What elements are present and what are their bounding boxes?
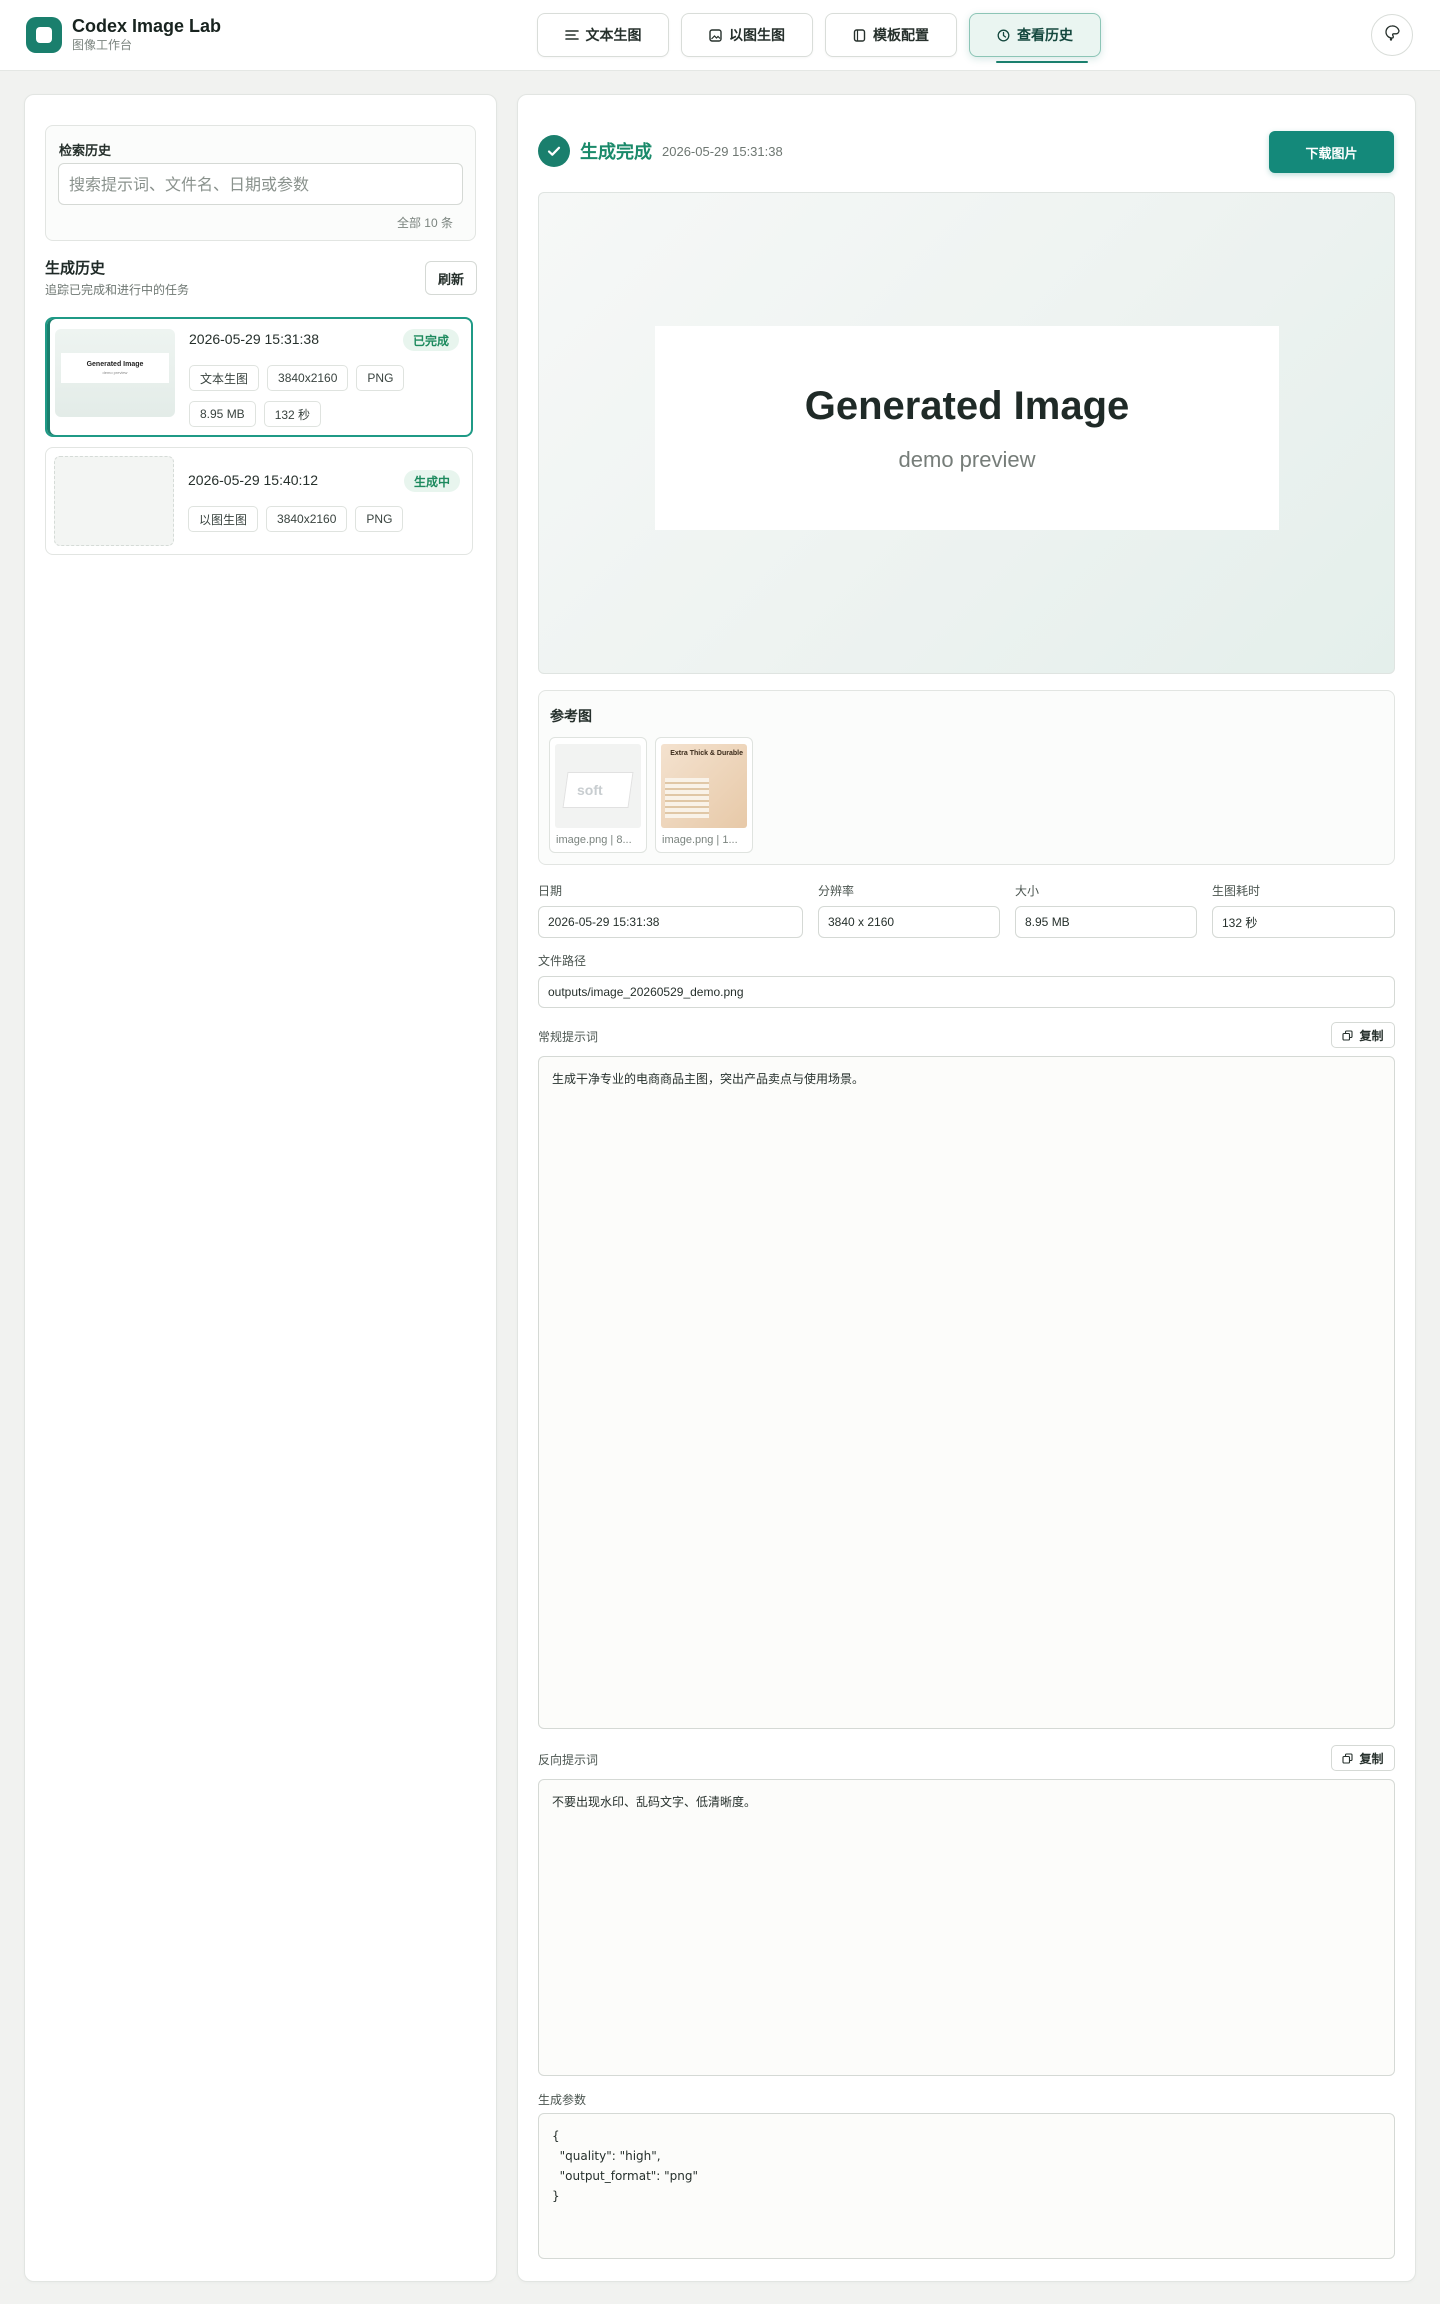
history-subtitle: 追踪已完成和进行中的任务 (45, 283, 190, 297)
image-icon (709, 28, 722, 42)
lines-icon (564, 29, 579, 41)
tab-templates[interactable]: 模板配置 (825, 13, 957, 57)
app-subtitle: 图像工作台 (72, 38, 133, 52)
search-section: 检索历史 全部 10 条 (45, 125, 476, 241)
file-path-field[interactable]: outputs/image_20260529_demo.png (538, 976, 1395, 1008)
history-date: 2026-05-29 15:40:12 (188, 472, 318, 488)
history-item[interactable]: 2026-05-29 15:40:12 生成中 以图生图 3840x2160 P… (45, 447, 473, 555)
size-label: 大小 (1015, 884, 1040, 898)
status-row: 生成完成 2026-05-29 15:31:38 (538, 135, 783, 167)
duration-label: 生图耗时 (1212, 884, 1261, 898)
reference-title: 参考图 (550, 708, 592, 724)
result-count: 全部 10 条 (396, 216, 453, 230)
theme-toggle-button[interactable] (1371, 14, 1413, 56)
size-field[interactable]: 8.95 MB (1015, 906, 1197, 938)
date-label: 日期 (538, 884, 563, 898)
tag-resolution: 3840x2160 (266, 506, 348, 532)
prompt-label: 常规提示词 (538, 1030, 599, 1044)
params-textarea[interactable]: { "quality": "high", "output_format": "p… (538, 2113, 1395, 2259)
status-time: 2026-05-29 15:31:38 (662, 143, 783, 159)
search-label: 检索历史 (59, 143, 112, 158)
history-tags: 文本生图 3840x2160 PNG 8.95 MB 132 秒 (189, 365, 459, 437)
download-button[interactable]: 下载图片 (1269, 131, 1394, 173)
history-tags: 以图生图 3840x2160 PNG (188, 506, 458, 542)
negative-prompt-label: 反向提示词 (538, 1753, 599, 1767)
preview-image: Generated Image demo preview (655, 326, 1279, 530)
reference-image-item[interactable]: Extra Thick & Durable image.png | 1... (655, 737, 753, 853)
status-badge: 已完成 (402, 329, 459, 351)
reference-caption: image.png | 8... (556, 834, 632, 846)
preview-subtitle: demo preview (898, 446, 1036, 472)
history-thumbnail-placeholder (54, 456, 174, 546)
history-panel: 检索历史 全部 10 条 生成历史 追踪已完成和进行中的任务 刷新 Genera… (24, 94, 497, 2282)
tag-size: 8.95 MB (189, 401, 256, 427)
tag-duration: 132 秒 (263, 401, 322, 427)
app-title: Codex Image Lab (72, 16, 222, 36)
check-circle-icon (538, 135, 570, 167)
tab-text-to-image[interactable]: 文本生图 (537, 13, 669, 57)
copy-icon (1342, 1029, 1354, 1041)
history-title: 生成历史 (45, 260, 106, 277)
reference-thumbnail: soft (555, 744, 641, 828)
detail-panel: 生成完成 2026-05-29 15:31:38 下载图片 Generated … (517, 94, 1416, 2282)
history-item[interactable]: Generated Image demo preview 2026-05-29 … (45, 317, 473, 437)
search-input[interactable] (58, 163, 463, 205)
prompt-textarea[interactable]: 生成干净专业的电商商品主图，突出产品卖点与使用场景。 (538, 1056, 1395, 1729)
tab-image-to-image[interactable]: 以图生图 (681, 13, 813, 57)
params-label: 生成参数 (538, 2093, 587, 2107)
template-icon (853, 28, 866, 42)
reference-caption: image.png | 1... (662, 834, 738, 846)
duration-field[interactable]: 132 秒 (1212, 906, 1395, 938)
preview-title: Generated Image (804, 383, 1130, 428)
file-path-label: 文件路径 (538, 954, 587, 968)
reference-images-section: 参考图 soft image.png | 8... Extra Thick & … (538, 690, 1395, 865)
brand: Codex Image Lab 图像工作台 (26, 16, 221, 53)
tag-resolution: 3840x2160 (267, 365, 349, 391)
copy-negative-button[interactable]: 复制 (1331, 1745, 1395, 1771)
copy-icon (1342, 1752, 1354, 1764)
history-date: 2026-05-29 15:31:38 (189, 331, 319, 347)
tag-format: PNG (356, 365, 405, 391)
negative-prompt-textarea[interactable]: 不要出现水印、乱码文字、低清晰度。 (538, 1779, 1395, 2076)
resolution-field[interactable]: 3840 x 2160 (818, 906, 1000, 938)
reference-image-item[interactable]: soft image.png | 8... (549, 737, 647, 853)
image-preview[interactable]: Generated Image demo preview (538, 192, 1395, 674)
date-field[interactable]: 2026-05-29 15:31:38 (538, 906, 803, 938)
reference-thumbnail: Extra Thick & Durable (661, 744, 747, 828)
tag-mode: 以图生图 (188, 506, 259, 532)
top-bar: Codex Image Lab 图像工作台 文本生图 以图生图 模板配置 查看历… (0, 0, 1440, 71)
tag-mode: 文本生图 (189, 365, 260, 391)
app-logo-icon (26, 16, 62, 53)
history-thumbnail: Generated Image demo preview (55, 329, 175, 417)
copy-prompt-button[interactable]: 复制 (1331, 1022, 1395, 1048)
tag-format: PNG (355, 506, 404, 532)
tab-history[interactable]: 查看历史 (969, 13, 1101, 63)
status-badge: 生成中 (403, 470, 460, 492)
main-nav: 文本生图 以图生图 模板配置 查看历史 (537, 13, 1113, 63)
clock-icon (997, 29, 1010, 42)
palette-icon (1383, 24, 1401, 47)
status-text: 生成完成 (580, 142, 652, 162)
resolution-label: 分辨率 (818, 884, 855, 898)
refresh-button[interactable]: 刷新 (425, 261, 477, 295)
